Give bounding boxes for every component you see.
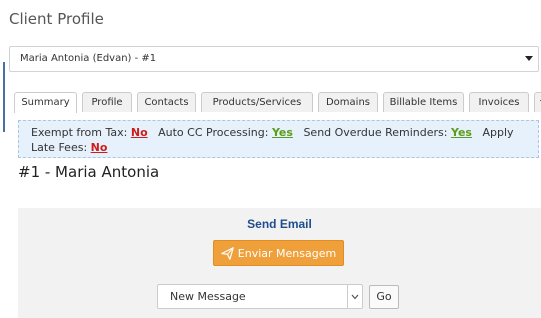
client-selector-value: Maria Antonia (Edvan) - #1: [20, 53, 157, 64]
tabs-more-button[interactable]: [534, 92, 541, 112]
send-message-button[interactable]: Enviar Mensagem: [213, 240, 344, 266]
tab-products-services[interactable]: Products/Services: [201, 92, 313, 112]
tab-billable-items[interactable]: Billable Items: [383, 92, 464, 112]
email-template-select[interactable]: New Message: [157, 284, 363, 309]
left-accent-bar: [3, 62, 5, 132]
client-selector[interactable]: Maria Antonia (Edvan) - #1: [9, 46, 539, 72]
tab-invoices[interactable]: Invoices: [469, 92, 529, 112]
client-heading: #1 - Maria Antonia: [18, 163, 160, 181]
caret-down-icon: [525, 56, 533, 61]
chevron-down-icon: [347, 285, 362, 308]
tab-summary[interactable]: Summary: [14, 92, 77, 113]
send-email-panel: Send Email Enviar Mensagem New Message G…: [18, 208, 541, 318]
paper-plane-icon: [220, 246, 234, 260]
page-title: Client Profile: [9, 10, 104, 28]
tab-profile[interactable]: Profile: [82, 92, 132, 112]
send-email-title: Send Email: [247, 217, 312, 231]
exempt-tax-value[interactable]: No: [131, 126, 148, 139]
auto-cc-value[interactable]: Yes: [272, 126, 293, 139]
auto-cc-label: Auto CC Processing:: [158, 126, 269, 139]
overdue-reminders-value[interactable]: Yes: [451, 126, 472, 139]
send-message-label: Enviar Mensagem: [237, 246, 337, 260]
email-template-value: New Message: [170, 290, 246, 303]
tab-domains[interactable]: Domains: [318, 92, 378, 112]
overdue-reminders-label: Send Overdue Reminders:: [303, 126, 448, 139]
late-fees-value[interactable]: No: [91, 141, 108, 154]
tab-contacts[interactable]: Contacts: [137, 92, 196, 112]
exempt-tax-label: Exempt from Tax:: [31, 126, 128, 139]
client-flags-alert: Exempt from Tax: No Auto CC Processing: …: [18, 120, 539, 158]
go-button[interactable]: Go: [369, 285, 399, 309]
